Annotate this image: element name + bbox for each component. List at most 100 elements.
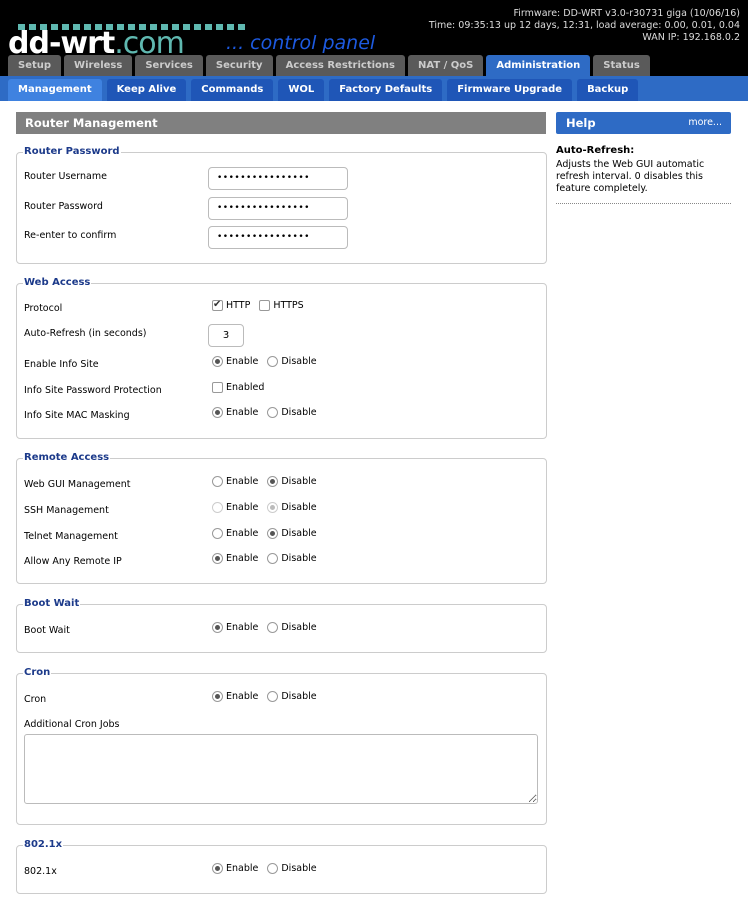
option-label: Disable <box>281 863 317 874</box>
help-panel: Auto-Refresh: Adjusts the Web GUI automa… <box>556 145 731 204</box>
confirm-password-field[interactable]: •••••••••••••••• <box>208 226 348 249</box>
webgui-row: Web GUI Management Enable Disable <box>24 474 546 496</box>
option-label: Disable <box>281 528 317 539</box>
dot1x-options: Enable Disable <box>212 863 323 874</box>
mac-masking-disable-radio[interactable] <box>267 407 279 418</box>
ssh-options: Enable Disable <box>212 502 323 513</box>
password-field[interactable]: •••••••••••••••• <box>208 197 348 220</box>
cron-disable-radio[interactable] <box>267 691 279 702</box>
tab-nat-qos[interactable]: NAT / QoS <box>408 55 484 76</box>
cron-section: Cron Cron Enable Disable Additional Cron… <box>16 667 547 825</box>
option-label: Enabled <box>226 382 265 393</box>
field-label: Re-enter to confirm <box>24 230 117 241</box>
section-legend: Cron <box>23 667 52 678</box>
field-label: Additional Cron Jobs <box>24 719 120 730</box>
subtab-backup[interactable]: Backup <box>577 79 639 101</box>
cron-jobs-textarea[interactable] <box>24 734 538 804</box>
help-text: Adjusts the Web GUI automatic refresh in… <box>556 159 705 194</box>
info-pw-checkbox[interactable] <box>212 382 223 393</box>
help-panel-title: Help more... <box>556 112 731 134</box>
boot-wait-row: Boot Wait Enable Disable <box>24 620 546 642</box>
router-info: Firmware: DD-WRT v3.0-r30731 giga (10/06… <box>429 8 740 44</box>
option-label: Enable <box>226 502 259 513</box>
option-label: Enable <box>226 407 259 418</box>
https-checkbox[interactable] <box>259 300 271 311</box>
boot-wait-disable-radio[interactable] <box>267 622 279 633</box>
field-label: Info Site MAC Masking <box>24 410 130 421</box>
cron-jobs-row: Additional Cron Jobs <box>24 714 546 736</box>
section-legend: 802.1x <box>23 839 64 850</box>
option-label: Disable <box>281 502 317 513</box>
help-heading: Auto-Refresh: <box>556 145 635 156</box>
any-ip-enable-radio[interactable] <box>212 553 223 564</box>
field-label: Protocol <box>24 303 63 314</box>
cron-enable-radio[interactable] <box>212 691 223 702</box>
field-label: Cron <box>24 694 47 705</box>
field-label: Router Password <box>24 201 103 212</box>
telnet-options: Enable Disable <box>212 528 323 539</box>
autorefresh-input[interactable]: 3 <box>208 324 244 347</box>
any-ip-disable-radio[interactable] <box>267 553 279 564</box>
field-label: SSH Management <box>24 505 109 516</box>
tab-status[interactable]: Status <box>593 55 650 76</box>
option-label: Enable <box>226 356 259 367</box>
ddwrt-logo[interactable]: dd-wrt.com ... control panel <box>8 14 408 61</box>
dot1x-enable-radio[interactable] <box>212 863 223 874</box>
telnet-enable-radio[interactable] <box>212 528 223 539</box>
tab-administration[interactable]: Administration <box>486 55 591 76</box>
subtab-commands[interactable]: Commands <box>191 79 274 101</box>
sub-tabs: Management Keep Alive Commands WOL Facto… <box>8 79 639 101</box>
tab-services[interactable]: Services <box>135 55 203 76</box>
dot1x-disable-radio[interactable] <box>267 863 279 874</box>
info-pw-options: Enabled <box>212 382 270 393</box>
telnet-disable-radio[interactable] <box>267 528 279 539</box>
webgui-options: Enable Disable <box>212 476 323 487</box>
option-label: Enable <box>226 863 259 874</box>
section-legend: Boot Wait <box>23 598 81 609</box>
mac-masking-row: Info Site MAC Masking Enable Disable <box>24 405 546 427</box>
mac-masking-options: Enable Disable <box>212 407 323 418</box>
boot-wait-section: Boot Wait Boot Wait Enable Disable <box>16 598 547 653</box>
mac-masking-enable-radio[interactable] <box>212 407 223 418</box>
subtab-management[interactable]: Management <box>8 79 102 101</box>
option-label: Disable <box>281 553 317 564</box>
boot-wait-options: Enable Disable <box>212 622 323 633</box>
option-label: Disable <box>281 691 317 702</box>
username-field[interactable]: •••••••••••••••• <box>208 167 348 190</box>
password-row: Router Password •••••••••••••••• <box>24 197 546 220</box>
field-label: Boot Wait <box>24 625 70 636</box>
wan-ip-text: WAN IP: 192.168.0.2 <box>642 32 740 43</box>
option-label: Enable <box>226 528 259 539</box>
help-title-text: Help <box>566 116 596 130</box>
webgui-enable-radio[interactable] <box>212 476 223 487</box>
tab-access-restrictions[interactable]: Access Restrictions <box>275 55 405 76</box>
subtab-factory-defaults[interactable]: Factory Defaults <box>329 79 443 101</box>
ssh-disable-radio[interactable] <box>267 502 279 513</box>
subtab-firmware-upgrade[interactable]: Firmware Upgrade <box>447 79 573 101</box>
subtab-wol[interactable]: WOL <box>278 79 325 101</box>
sub-tab-bar: Management Keep Alive Commands WOL Facto… <box>0 76 748 101</box>
subtab-keep-alive[interactable]: Keep Alive <box>106 79 187 101</box>
tab-security[interactable]: Security <box>205 55 273 76</box>
boot-wait-enable-radio[interactable] <box>212 622 223 633</box>
help-more-link[interactable]: more... <box>688 112 722 134</box>
logo-subtitle: ... control panel <box>226 32 376 54</box>
ssh-enable-radio[interactable] <box>212 502 223 513</box>
any-remote-ip-options: Enable Disable <box>212 553 323 564</box>
router-password-section: Router Password Router Username ••••••••… <box>16 146 547 264</box>
main-tabs: Setup Wireless Services Security Access … <box>8 55 650 77</box>
http-checkbox[interactable] <box>212 299 223 311</box>
tab-setup[interactable]: Setup <box>8 55 62 76</box>
option-label: Enable <box>226 476 259 487</box>
field-label: Telnet Management <box>24 531 118 542</box>
field-label: Enable Info Site <box>24 359 99 370</box>
info-site-enable-radio[interactable] <box>212 356 223 367</box>
info-site-disable-radio[interactable] <box>267 356 279 367</box>
uptime-text: Time: 09:35:13 up 12 days, 12:31, load a… <box>428 20 740 31</box>
tab-wireless[interactable]: Wireless <box>64 55 133 76</box>
webgui-disable-radio[interactable] <box>267 476 279 487</box>
web-access-section: Web Access Protocol HTTP HTTPS Auto-Refr… <box>16 277 547 439</box>
info-site-row: Enable Info Site Enable Disable <box>24 354 546 376</box>
dot1x-section: 802.1x 802.1x Enable Disable <box>16 839 547 894</box>
field-label: Router Username <box>24 171 107 182</box>
